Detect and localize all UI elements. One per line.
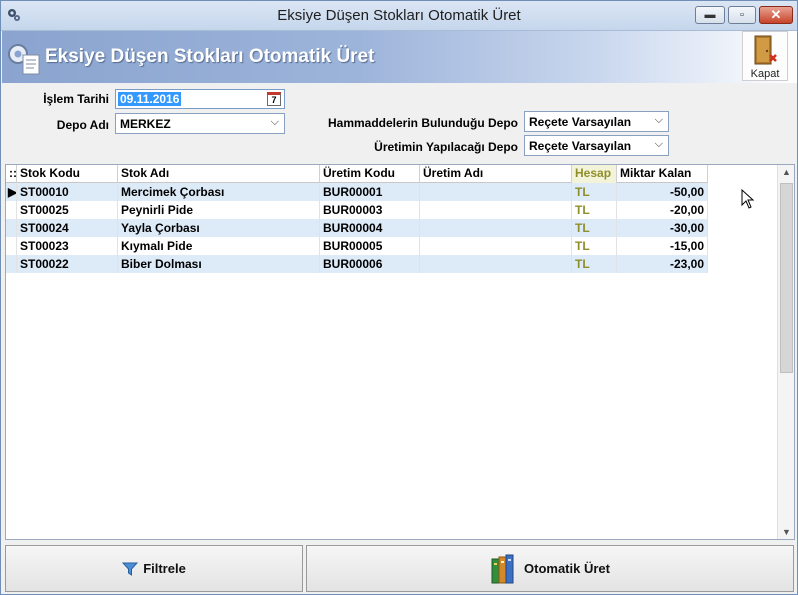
scroll-up-icon[interactable]: ▲ bbox=[778, 167, 795, 177]
cell-uretim-kodu[interactable]: BUR00005 bbox=[320, 237, 420, 255]
cell-uretim-kodu[interactable]: BUR00006 bbox=[320, 255, 420, 273]
depot-select[interactable]: MERKEZ ⌵ bbox=[115, 113, 285, 134]
vertical-scrollbar[interactable]: ▲ ▼ bbox=[777, 165, 794, 539]
window-title: Eksiye Düşen Stokları Otomatik Üret bbox=[277, 7, 521, 24]
cell-stok-kodu[interactable]: ST00024 bbox=[17, 219, 118, 237]
raw-depot-select[interactable]: Reçete Varsayılan ⌵ bbox=[524, 111, 669, 132]
cell-stok-adi[interactable]: Biber Dolması bbox=[118, 255, 320, 273]
col-header-uretim-kodu[interactable]: Üretim Kodu bbox=[320, 165, 420, 183]
calendar-icon[interactable]: 7 bbox=[267, 92, 281, 106]
cell-stok-adi[interactable]: Mercimek Çorbası bbox=[118, 183, 320, 201]
col-header-stok-kodu[interactable]: Stok Kodu bbox=[17, 165, 118, 183]
cell-miktar-kalan[interactable]: -30,00 bbox=[617, 219, 708, 237]
close-window-button[interactable]: ✕ bbox=[759, 6, 793, 24]
app-window: Eksiye Düşen Stokları Otomatik Üret ▬ ▫ … bbox=[0, 0, 798, 595]
row-indicator bbox=[6, 255, 17, 273]
prod-depot-label: Üretimin Yapılacağı Depo bbox=[374, 140, 518, 154]
mouse-pointer-icon bbox=[741, 189, 755, 209]
header-banner: Eksiye Düşen Stokları Otomatik Üret bbox=[2, 31, 797, 83]
minimize-button[interactable]: ▬ bbox=[695, 6, 725, 24]
cell-miktar-kalan[interactable]: -15,00 bbox=[617, 237, 708, 255]
grid-body: ▶ ST00010 Mercimek Çorbası BUR00001 TL -… bbox=[6, 183, 708, 273]
title-bar: Eksiye Düşen Stokları Otomatik Üret ▬ ▫ … bbox=[1, 1, 797, 31]
raw-depot-value: Reçete Varsayılan bbox=[529, 115, 632, 129]
row-selected-icon: ▶ bbox=[8, 183, 17, 201]
prod-depot-select[interactable]: Reçete Varsayılan ⌵ bbox=[524, 135, 669, 156]
chevron-down-icon: ⌵ bbox=[654, 114, 663, 126]
chevron-down-icon: ⌵ bbox=[654, 138, 663, 150]
depot-label: Depo Adı bbox=[56, 118, 109, 132]
cell-miktar-kalan[interactable]: -20,00 bbox=[617, 201, 708, 219]
table-row[interactable]: ▶ ST00010 Mercimek Çorbası BUR00001 TL -… bbox=[6, 183, 708, 201]
prod-depot-value: Reçete Varsayılan bbox=[529, 139, 632, 153]
date-value: 09.11.2016 bbox=[118, 92, 182, 106]
cell-stok-adi[interactable]: Yayla Çorbası bbox=[118, 219, 320, 237]
cell-hesap[interactable]: TL bbox=[572, 255, 617, 273]
raw-depot-label: Hammaddelerin Bulunduğu Depo bbox=[327, 116, 518, 130]
cell-stok-kodu[interactable]: ST00025 bbox=[17, 201, 118, 219]
kapat-button[interactable]: Kapat bbox=[742, 31, 788, 81]
col-header-hesap[interactable]: Hesap bbox=[572, 165, 617, 183]
cell-hesap[interactable]: TL bbox=[572, 183, 617, 201]
table-row[interactable]: ST00025 Peynirli Pide BUR00003 TL -20,00 bbox=[6, 201, 708, 219]
auto-produce-button[interactable]: Otomatik Üret bbox=[306, 545, 794, 592]
scroll-down-icon[interactable]: ▼ bbox=[778, 527, 795, 537]
stock-grid[interactable]: :: Stok Kodu Stok Adı Üretim Kodu Üretim… bbox=[5, 164, 795, 540]
grid-header: :: Stok Kodu Stok Adı Üretim Kodu Üretim… bbox=[6, 165, 708, 183]
cell-stok-kodu[interactable]: ST00023 bbox=[17, 237, 118, 255]
col-header-miktar-kalan[interactable]: Miktar Kalan bbox=[617, 165, 708, 183]
kapat-label: Kapat bbox=[750, 68, 780, 80]
table-row[interactable]: ST00024 Yayla Çorbası BUR00004 TL -30,00 bbox=[6, 219, 708, 237]
col-header-uretim-adi[interactable]: Üretim Adı bbox=[420, 165, 572, 183]
cell-hesap[interactable]: TL bbox=[572, 201, 617, 219]
date-label: İşlem Tarihi bbox=[43, 92, 109, 106]
cell-uretim-adi[interactable] bbox=[420, 219, 572, 237]
page-title: Eksiye Düşen Stokları Otomatik Üret bbox=[45, 46, 375, 67]
cell-stok-kodu[interactable]: ST00022 bbox=[17, 255, 118, 273]
row-indicator bbox=[6, 201, 17, 219]
date-input[interactable]: 09.11.2016 7 bbox=[115, 89, 285, 109]
books-icon bbox=[491, 554, 514, 583]
cell-uretim-kodu[interactable]: BUR00003 bbox=[320, 201, 420, 219]
close-icon: ✕ bbox=[770, 7, 782, 22]
cell-uretim-kodu[interactable]: BUR00001 bbox=[320, 183, 420, 201]
minimize-icon: ▬ bbox=[704, 9, 716, 21]
cell-miktar-kalan[interactable]: -50,00 bbox=[617, 183, 708, 201]
cell-hesap[interactable]: TL bbox=[572, 237, 617, 255]
row-indicator bbox=[6, 237, 17, 255]
settings-gears-icon bbox=[8, 44, 40, 75]
filter-label: Filtrele bbox=[143, 561, 186, 576]
cell-uretim-kodu[interactable]: BUR00004 bbox=[320, 219, 420, 237]
filter-button[interactable]: Filtrele bbox=[5, 545, 303, 592]
table-row[interactable]: ST00022 Biber Dolması BUR00006 TL -23,00 bbox=[6, 255, 708, 273]
maximize-button[interactable]: ▫ bbox=[728, 6, 756, 24]
cell-stok-adi[interactable]: Peynirli Pide bbox=[118, 201, 320, 219]
depot-value: MERKEZ bbox=[120, 117, 171, 131]
table-row[interactable]: ST00023 Kıymalı Pide BUR00005 TL -15,00 bbox=[6, 237, 708, 255]
cell-hesap[interactable]: TL bbox=[572, 219, 617, 237]
cell-uretim-adi[interactable] bbox=[420, 255, 572, 273]
chevron-down-icon: ⌵ bbox=[270, 116, 279, 128]
row-indicator-header: :: bbox=[6, 165, 17, 183]
cell-stok-kodu[interactable]: ST00010 bbox=[17, 183, 118, 201]
exit-door-icon bbox=[754, 35, 777, 65]
col-header-stok-adi[interactable]: Stok Adı bbox=[118, 165, 320, 183]
row-indicator bbox=[6, 219, 17, 237]
funnel-icon bbox=[122, 562, 139, 576]
cell-uretim-adi[interactable] bbox=[420, 183, 572, 201]
scroll-thumb[interactable] bbox=[780, 183, 793, 373]
auto-produce-label: Otomatik Üret bbox=[524, 561, 610, 576]
cell-miktar-kalan[interactable]: -23,00 bbox=[617, 255, 708, 273]
cell-stok-adi[interactable]: Kıymalı Pide bbox=[118, 237, 320, 255]
cell-uretim-adi[interactable] bbox=[420, 201, 572, 219]
cell-uretim-adi[interactable] bbox=[420, 237, 572, 255]
maximize-icon: ▫ bbox=[740, 9, 744, 21]
